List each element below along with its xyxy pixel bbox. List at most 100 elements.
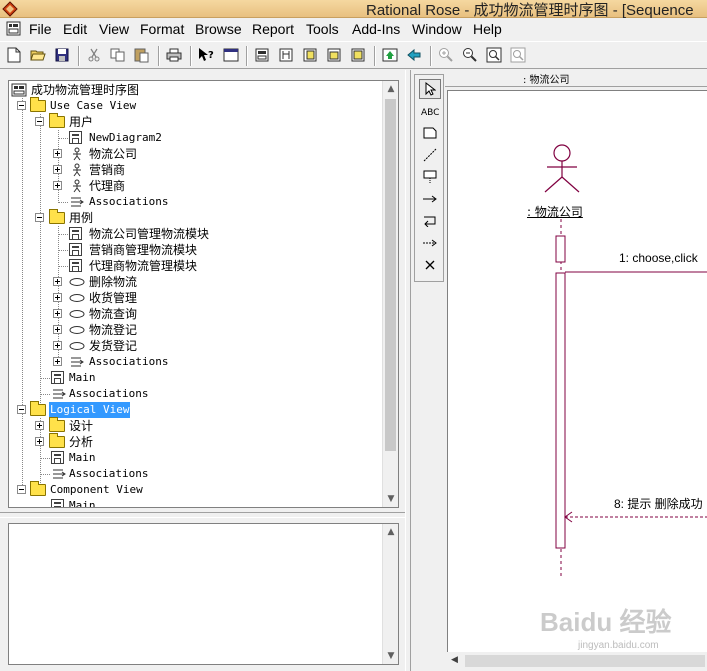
message-to-self-tool-icon[interactable]	[419, 211, 441, 231]
documentation-vertical-scrollbar[interactable]: ▲ ▼	[382, 524, 398, 664]
new-icon[interactable]	[4, 45, 24, 65]
scroll-down-icon[interactable]: ▼	[383, 491, 398, 507]
return-message-tool-icon[interactable]	[419, 233, 441, 253]
browse-previous-icon[interactable]	[404, 45, 424, 65]
title-bar[interactable]: Rational Rose - 成功物流管理时序图 - [Sequence	[0, 0, 707, 19]
folder-icon	[49, 433, 65, 448]
actor-icon	[73, 179, 81, 193]
view-doc-icon[interactable]	[221, 45, 241, 65]
print-icon[interactable]	[164, 45, 184, 65]
browse-component-icon[interactable]	[300, 45, 320, 65]
copy-icon[interactable]	[108, 45, 128, 65]
menu-format[interactable]: Format	[138, 20, 186, 38]
zoom-in-icon[interactable]	[436, 45, 456, 65]
fit-window-icon[interactable]	[484, 45, 504, 65]
context-help-icon[interactable]: ?	[196, 45, 216, 65]
diagram-canvas[interactable]: : 物流公司 1: choose,click 8: 提示 删除成功	[447, 90, 707, 652]
tree-guide-line	[58, 266, 68, 267]
activation-bar[interactable]	[555, 272, 566, 549]
actor-label[interactable]: : 物流公司	[527, 203, 583, 220]
zoom-out-icon[interactable]	[460, 45, 480, 65]
actor-icon	[73, 147, 81, 161]
menu-view[interactable]: View	[97, 20, 131, 38]
scroll-left-icon[interactable]: ◀	[451, 655, 458, 665]
diagram-icon	[69, 243, 82, 256]
browse-deployment-icon[interactable]	[324, 45, 344, 65]
menu-edit[interactable]: Edit	[61, 20, 89, 38]
browse-interaction-icon[interactable]	[276, 45, 296, 65]
undo-fit-icon[interactable]	[508, 45, 528, 65]
scrollbar-thumb[interactable]	[385, 99, 396, 451]
scroll-up-icon[interactable]: ▲	[383, 81, 398, 97]
cut-icon[interactable]	[84, 45, 104, 65]
browse-parent-icon[interactable]	[380, 45, 400, 65]
vertical-splitter[interactable]	[405, 70, 411, 671]
usecase-icon	[69, 278, 85, 286]
expand-icon[interactable]	[53, 149, 62, 158]
collapse-icon[interactable]	[17, 405, 26, 414]
menu-file[interactable]: File	[27, 20, 54, 38]
rational-rose-app-icon[interactable]	[2, 1, 18, 17]
collapse-icon[interactable]	[35, 117, 44, 126]
message-label[interactable]: 1: choose,click	[619, 251, 698, 265]
object-tool-icon[interactable]	[419, 167, 441, 187]
tree-item-label: Main	[69, 499, 96, 508]
actor-figure[interactable]	[544, 144, 580, 193]
note-tool-icon[interactable]	[419, 123, 441, 143]
anchor-note-tool-icon[interactable]	[419, 145, 441, 165]
browse-class-icon[interactable]	[252, 45, 272, 65]
tree-item-label: Logical View	[49, 402, 131, 418]
paste-icon[interactable]	[132, 45, 152, 65]
expand-icon[interactable]	[53, 357, 62, 366]
browser-tree-pane[interactable]: 成功物流管理时序图 Use Case View 用户 NewDiagram2 物…	[8, 80, 399, 508]
tree-item-label: 物流查询	[89, 307, 138, 321]
scroll-up-icon[interactable]: ▲	[383, 524, 399, 540]
expand-icon[interactable]	[53, 181, 62, 190]
sequence-diagram-drawing	[544, 144, 707, 576]
open-icon[interactable]	[28, 45, 48, 65]
expand-icon[interactable]	[53, 293, 62, 302]
expand-icon[interactable]	[35, 437, 44, 446]
save-icon[interactable]	[52, 45, 72, 65]
expand-icon[interactable]	[53, 341, 62, 350]
menu-browse[interactable]: Browse	[193, 20, 244, 38]
toolbar-separator	[190, 46, 192, 66]
documentation-pane[interactable]: ▲ ▼	[8, 523, 399, 665]
browse-state-icon[interactable]	[348, 45, 368, 65]
standard-toolbar: ?	[0, 41, 707, 69]
diagram-icon	[69, 131, 82, 144]
tree-item-label: 删除物流	[89, 275, 138, 289]
tree-item-label: Associations	[69, 387, 149, 400]
expand-icon[interactable]	[35, 421, 44, 430]
menu-window[interactable]: Window	[410, 20, 464, 38]
window-title: Rational Rose - 成功物流管理时序图 - [Sequence	[366, 2, 694, 19]
collapse-icon[interactable]	[17, 101, 26, 110]
scroll-down-icon[interactable]: ▼	[383, 648, 399, 664]
message-label[interactable]: 8: 提示 删除成功	[614, 495, 703, 512]
horizontal-splitter[interactable]	[0, 512, 411, 518]
destruction-marker-tool-icon[interactable]	[419, 255, 441, 275]
tree-item-label: Associations	[89, 355, 169, 368]
collapse-icon[interactable]	[17, 485, 26, 494]
menu-add-ins[interactable]: Add-Ins	[350, 20, 402, 38]
expand-icon[interactable]	[53, 309, 62, 318]
browser-vertical-scrollbar[interactable]: ▲ ▼	[382, 81, 398, 507]
baidu-jingyan-watermark: Baidu 经验 jingyan.baidu.com	[540, 602, 700, 652]
scrollbar-track[interactable]	[465, 655, 705, 667]
activation-bar[interactable]	[555, 235, 566, 263]
object-message-tool-icon[interactable]	[419, 189, 441, 209]
selection-tool-icon[interactable]	[419, 79, 441, 99]
collapse-icon[interactable]	[35, 213, 44, 222]
diagram-horizontal-scrollbar[interactable]: ◀	[447, 653, 707, 669]
text-box-tool-icon[interactable]: ABC	[419, 101, 441, 121]
menu-tools[interactable]: Tools	[304, 20, 341, 38]
expand-icon[interactable]	[53, 277, 62, 286]
menu-report[interactable]: Report	[250, 20, 296, 38]
diagram-icon	[69, 227, 82, 240]
folder-icon	[30, 481, 46, 496]
menu-help[interactable]: Help	[471, 20, 504, 38]
expand-icon[interactable]	[53, 325, 62, 334]
diagram-icon	[51, 499, 64, 507]
document-menu-icon[interactable]	[6, 21, 22, 37]
expand-icon[interactable]	[53, 165, 62, 174]
